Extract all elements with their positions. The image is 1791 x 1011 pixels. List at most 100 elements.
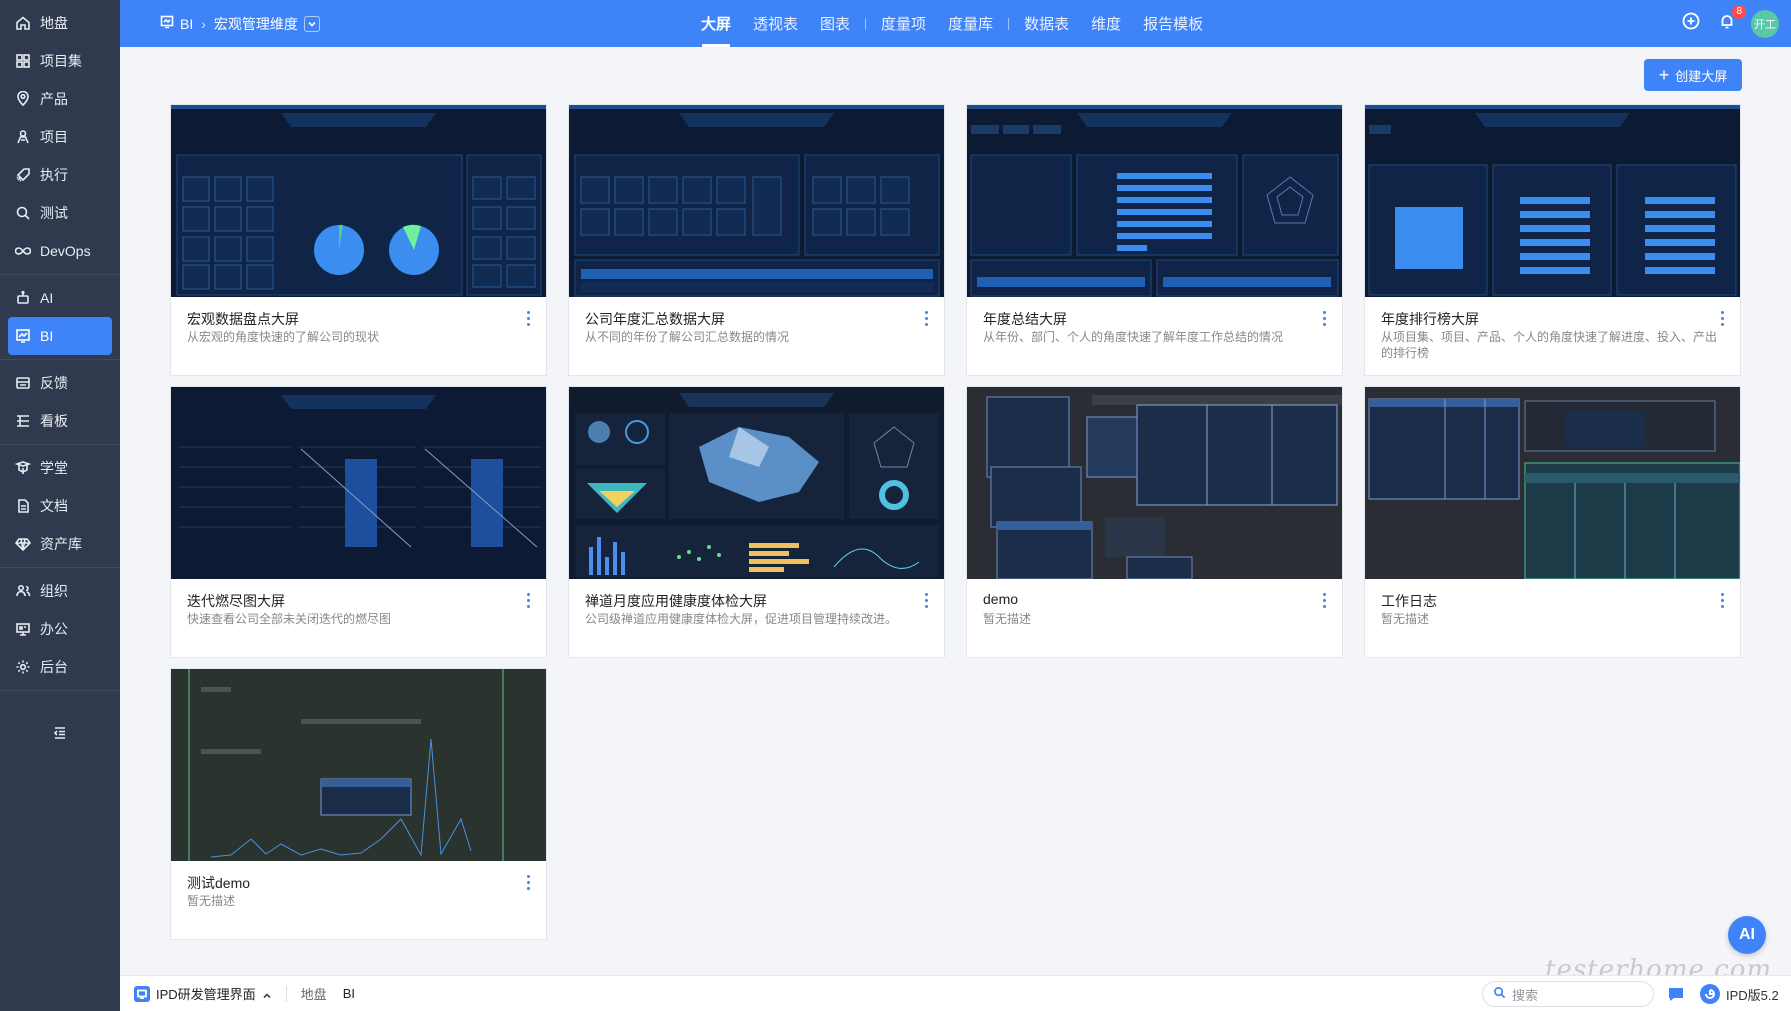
- sidebar-item-program[interactable]: 项目集: [8, 42, 112, 80]
- more-options-button[interactable]: [1320, 591, 1328, 609]
- sidebar: 地盘 项目集 产品 项目 执行 测试 DevOps AI BI 反馈 看板 学堂…: [0, 0, 120, 1011]
- sidebar-item-product[interactable]: 产品: [8, 80, 112, 118]
- sidebar-item-asset[interactable]: 资产库: [8, 525, 112, 563]
- sidebar-item-org[interactable]: 组织: [8, 572, 112, 610]
- chevron-down-icon: [307, 16, 317, 32]
- version-info[interactable]: IPD版5.2: [1700, 976, 1779, 1011]
- card-thumbnail[interactable]: [1365, 105, 1740, 297]
- version-text: IPD版5.2: [1726, 987, 1779, 1003]
- tab-datatable[interactable]: 数据表: [1013, 0, 1080, 47]
- sidebar-item-school[interactable]: 学堂: [8, 449, 112, 487]
- breadcrumb-dropdown[interactable]: [303, 15, 320, 32]
- screen-card[interactable]: 年度排行榜大屏 从项目集、项目、产品、个人的角度快速了解进度、投入、产出的排行榜: [1364, 104, 1741, 376]
- chart-icon: [14, 327, 32, 345]
- screen-card[interactable]: 测试demo 暂无描述: [170, 668, 547, 940]
- message-button[interactable]: [1666, 984, 1686, 1004]
- sidebar-item-label: DevOps: [40, 243, 91, 259]
- card-thumbnail[interactable]: [171, 669, 546, 861]
- more-options-button[interactable]: [922, 591, 930, 609]
- card-title[interactable]: 年度总结大屏: [983, 309, 1067, 329]
- more-options-button[interactable]: [524, 873, 532, 891]
- sidebar-item-office[interactable]: 办公: [8, 610, 112, 648]
- more-options-button[interactable]: [524, 309, 532, 327]
- card-thumbnail[interactable]: [569, 387, 944, 579]
- home-icon: [14, 14, 32, 32]
- sidebar-item-project[interactable]: 项目: [8, 118, 112, 156]
- tab-report-template[interactable]: 报告模板: [1132, 0, 1214, 47]
- sidebar-group-ai: AI BI: [0, 275, 120, 360]
- more-options-button[interactable]: [922, 309, 930, 327]
- screen-card[interactable]: 工作日志 暂无描述: [1364, 386, 1741, 658]
- collapse-sidebar-button[interactable]: [0, 718, 120, 752]
- header-actions: 8 开工: [1667, 0, 1779, 47]
- tab-metric[interactable]: 度量项: [870, 0, 937, 47]
- breadcrumb-root[interactable]: BI: [180, 16, 193, 32]
- sidebar-item-my[interactable]: 地盘: [8, 4, 112, 42]
- tab-metric-lib[interactable]: 度量库: [937, 0, 1004, 47]
- sidebar-item-label: 文档: [40, 498, 68, 514]
- screen-card[interactable]: 年度总结大屏 从年份、部门、个人的角度快速了解年度工作总结的情况: [966, 104, 1343, 376]
- tab-chart[interactable]: 图表: [809, 0, 861, 47]
- sidebar-item-label: 组织: [40, 583, 68, 599]
- avatar[interactable]: 开工: [1751, 9, 1779, 38]
- rocket-icon: [14, 166, 32, 184]
- notification-button[interactable]: 8: [1715, 4, 1746, 36]
- quick-create-button[interactable]: [1679, 12, 1703, 36]
- card-title[interactable]: 迭代燃尽图大屏: [187, 591, 285, 611]
- ai-assistant-button[interactable]: AI: [1728, 916, 1766, 954]
- search-input[interactable]: 搜索: [1482, 981, 1654, 1007]
- sidebar-item-feedback[interactable]: 反馈: [8, 364, 112, 402]
- card-title[interactable]: demo: [983, 591, 1018, 607]
- app-switcher[interactable]: IPD研发管理界面: [134, 984, 272, 1003]
- create-screen-button[interactable]: + 创建大屏: [1644, 59, 1742, 91]
- more-options-button[interactable]: [524, 591, 532, 609]
- sidebar-item-doc[interactable]: 文档: [8, 487, 112, 525]
- screen-card[interactable]: 公司年度汇总数据大屏 从不同的年份了解公司汇总数据的情况: [568, 104, 945, 376]
- card-title[interactable]: 宏观数据盘点大屏: [187, 309, 299, 329]
- tab-dimension[interactable]: 维度: [1080, 0, 1132, 47]
- card-thumbnail[interactable]: [967, 105, 1342, 297]
- card-title[interactable]: 工作日志: [1381, 591, 1437, 611]
- sidebar-item-ai[interactable]: AI: [8, 279, 112, 317]
- app-name: IPD研发管理界面: [156, 987, 256, 1002]
- sidebar-item-label: 产品: [40, 91, 68, 107]
- sidebar-item-label: 反馈: [40, 375, 68, 391]
- sidebar-item-admin[interactable]: 后台: [8, 648, 112, 686]
- office-icon: [14, 620, 32, 638]
- sidebar-item-kanban[interactable]: 看板: [8, 402, 112, 440]
- more-options-button[interactable]: [1718, 309, 1726, 327]
- sidebar-item-test[interactable]: 测试: [8, 194, 112, 232]
- screen-card[interactable]: demo 暂无描述: [966, 386, 1343, 658]
- bottom-link-my[interactable]: 地盘: [301, 984, 327, 1003]
- card-description: 从不同的年份了解公司汇总数据的情况: [585, 330, 790, 344]
- card-description: 暂无描述: [1381, 612, 1430, 626]
- tab-pivot[interactable]: 透视表: [742, 0, 809, 47]
- card-title[interactable]: 测试demo: [187, 873, 250, 893]
- card-thumbnail[interactable]: [171, 105, 546, 297]
- card-title[interactable]: 禅道月度应用健康度体检大屏: [585, 591, 767, 611]
- sidebar-item-devops[interactable]: DevOps: [8, 232, 112, 270]
- card-thumbnail[interactable]: [967, 387, 1342, 579]
- card-thumbnail[interactable]: [569, 105, 944, 297]
- team-icon: [14, 582, 32, 600]
- screen-card[interactable]: 迭代燃尽图大屏 快速查看公司全部未关闭迭代的燃尽图: [170, 386, 547, 658]
- more-options-button[interactable]: [1718, 591, 1726, 609]
- screen-card[interactable]: 禅道月度应用健康度体检大屏 公司级禅道应用健康度体检大屏，促进项目管理持续改进。: [568, 386, 945, 658]
- sidebar-item-bi[interactable]: BI: [8, 317, 112, 355]
- sidebar-group-org: 组织 办公 后台: [0, 568, 120, 691]
- card-thumbnail[interactable]: [1365, 387, 1740, 579]
- feedback-icon: [14, 374, 32, 392]
- doc-icon: [14, 497, 32, 515]
- notification-badge: 8: [1732, 4, 1746, 19]
- more-options-button[interactable]: [1320, 309, 1328, 327]
- card-title[interactable]: 公司年度汇总数据大屏: [585, 309, 725, 329]
- card-title[interactable]: 年度排行榜大屏: [1381, 309, 1479, 329]
- plus-icon: +: [1658, 65, 1670, 85]
- sidebar-item-execution[interactable]: 执行: [8, 156, 112, 194]
- bottom-link-bi[interactable]: BI: [343, 986, 355, 1001]
- sidebar-item-label: 地盘: [40, 15, 68, 31]
- card-thumbnail[interactable]: [171, 387, 546, 579]
- tab-screen[interactable]: 大屏: [690, 0, 742, 47]
- breadcrumb-current[interactable]: 宏观管理维度: [214, 14, 298, 34]
- screen-card[interactable]: 宏观数据盘点大屏 从宏观的角度快速的了解公司的现状: [170, 104, 547, 376]
